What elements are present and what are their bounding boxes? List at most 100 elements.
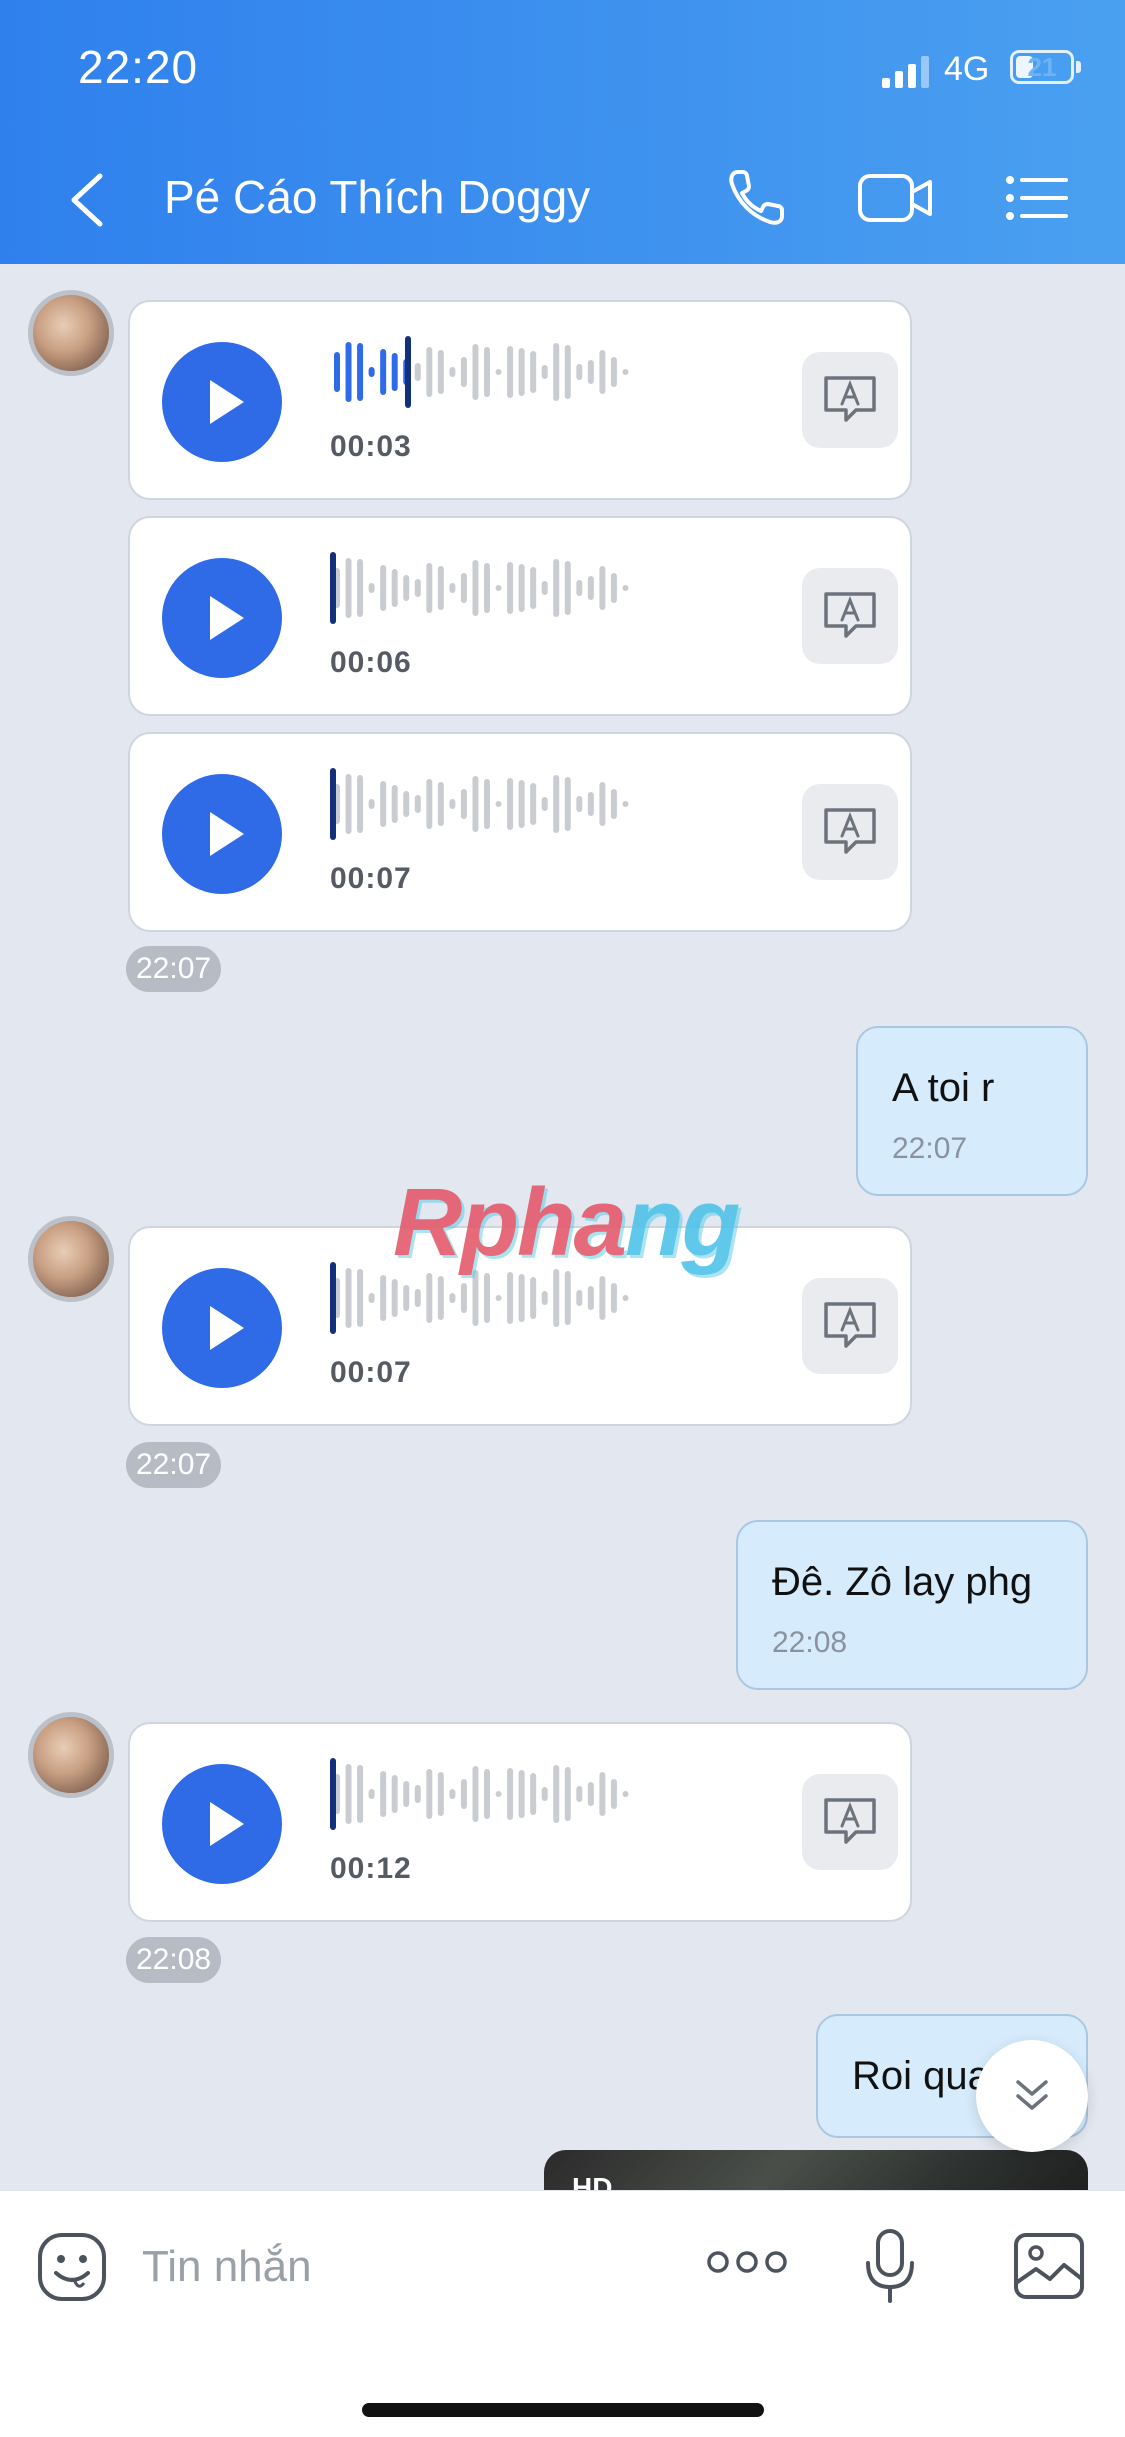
message-time: 22:07 xyxy=(892,1132,968,1165)
waveform-bar xyxy=(599,782,606,826)
play-button[interactable] xyxy=(162,774,282,894)
waveform-bar xyxy=(610,1283,617,1313)
waveform-bar xyxy=(484,563,490,613)
video-camera-icon[interactable] xyxy=(856,166,936,230)
speech-to-text-button[interactable] xyxy=(802,1774,898,1870)
waveform-bar xyxy=(484,779,490,829)
voice-duration: 00:06 xyxy=(330,646,412,679)
waveform-bar xyxy=(472,1766,479,1822)
network-type: 4G xyxy=(944,50,990,88)
waveform-bar xyxy=(460,1779,467,1809)
speech-to-text-icon xyxy=(824,592,876,638)
waveform[interactable] xyxy=(330,334,630,410)
waveform-bar xyxy=(414,1289,421,1307)
waveform-bar xyxy=(622,1295,629,1301)
waveform-bar xyxy=(599,350,606,394)
voice-message: 00:12 xyxy=(128,1722,912,1922)
playhead-marker[interactable] xyxy=(405,336,411,408)
avatar[interactable] xyxy=(28,1712,114,1798)
playhead-marker[interactable] xyxy=(330,1758,336,1830)
waveform-bar xyxy=(437,782,444,826)
waveform-bar xyxy=(518,1274,525,1322)
waveform-bar xyxy=(449,367,456,377)
waveform-bar xyxy=(530,1773,537,1815)
avatar[interactable] xyxy=(28,1216,114,1302)
waveform-bar xyxy=(564,1767,571,1821)
speech-to-text-button[interactable] xyxy=(802,568,898,664)
waveform-bar xyxy=(345,558,352,618)
waveform-bar xyxy=(426,563,433,613)
waveform-bar xyxy=(357,559,364,617)
chat-header: 22:20 4G 21 Pé Cáo Thích Doggy xyxy=(0,0,1125,264)
waveform-bar xyxy=(414,1785,421,1803)
double-chevron-down-icon xyxy=(1016,2080,1048,2110)
waveform-bar xyxy=(507,778,514,830)
speech-to-text-icon xyxy=(824,1302,876,1348)
waveform-bar xyxy=(460,789,467,819)
waveform-bar xyxy=(449,1293,456,1303)
playhead-marker[interactable] xyxy=(330,552,336,624)
outgoing-message[interactable]: A toi r 22:07 xyxy=(856,1026,1088,1196)
waveform[interactable] xyxy=(330,550,630,626)
message-text: Roi qua xyxy=(852,2054,990,2098)
waveform-bar xyxy=(449,799,456,809)
message-text: A toi r xyxy=(892,1066,995,1110)
home-indicator xyxy=(362,2403,764,2417)
chat-title[interactable]: Pé Cáo Thích Doggy xyxy=(164,170,590,224)
phone-icon[interactable] xyxy=(724,166,794,230)
message-composer xyxy=(0,2190,1125,2437)
speech-to-text-button[interactable] xyxy=(802,784,898,880)
waveform-bar xyxy=(368,583,375,593)
message-input[interactable] xyxy=(140,2231,664,2303)
play-button[interactable] xyxy=(162,1268,282,1388)
scroll-down-button[interactable] xyxy=(976,2040,1088,2152)
waveform-bar xyxy=(391,1775,398,1813)
microphone-icon[interactable] xyxy=(862,2227,918,2307)
speech-to-text-icon xyxy=(824,1798,876,1844)
waveform-bar xyxy=(368,367,375,377)
back-icon[interactable] xyxy=(62,168,112,232)
play-button[interactable] xyxy=(162,1764,282,1884)
waveform-bar xyxy=(599,1772,606,1816)
avatar[interactable] xyxy=(28,290,114,376)
waveform-bar xyxy=(345,1268,352,1328)
speech-to-text-icon xyxy=(824,376,876,422)
waveform-bar xyxy=(345,1764,352,1824)
waveform-bar xyxy=(530,567,537,609)
speech-to-text-button[interactable] xyxy=(802,1278,898,1374)
waveform-bar xyxy=(610,789,617,819)
waveform[interactable] xyxy=(330,1756,630,1832)
play-button[interactable] xyxy=(162,558,282,678)
waveform-bar xyxy=(507,1768,514,1820)
waveform-bar xyxy=(495,585,502,591)
waveform-bar xyxy=(357,775,364,833)
message-time: 22:07 xyxy=(126,1442,222,1488)
waveform-bar xyxy=(564,777,571,831)
waveform-bar xyxy=(368,799,375,809)
play-button[interactable] xyxy=(162,342,282,462)
waveform-bar xyxy=(576,796,583,812)
waveform-bar xyxy=(460,357,467,387)
waveform-bar xyxy=(484,1769,490,1819)
waveform-bar xyxy=(495,1791,502,1797)
waveform-bar xyxy=(380,1275,387,1321)
message-time: 22:08 xyxy=(772,1626,848,1659)
waveform-bar xyxy=(368,1293,375,1303)
list-menu-icon[interactable] xyxy=(1002,166,1072,230)
waveform-bar xyxy=(472,344,479,400)
waveform-bar xyxy=(564,345,571,399)
waveform-bar xyxy=(576,364,583,380)
waveform-bar xyxy=(587,576,594,600)
speech-to-text-button[interactable] xyxy=(802,352,898,448)
waveform-bar xyxy=(610,1779,617,1809)
playhead-marker[interactable] xyxy=(330,1262,336,1334)
outgoing-message[interactable]: Đê. Zô lay phg 22:08 xyxy=(736,1520,1088,1690)
sticker-face-icon[interactable] xyxy=(36,2231,108,2303)
more-dots-icon[interactable] xyxy=(706,2247,788,2277)
battery-level: 21 xyxy=(1027,52,1057,82)
playhead-marker[interactable] xyxy=(330,768,336,840)
waveform[interactable] xyxy=(330,766,630,842)
image-gallery-icon[interactable] xyxy=(1012,2231,1086,2301)
waveform-bar xyxy=(553,775,560,833)
waveform-bar xyxy=(610,357,617,387)
